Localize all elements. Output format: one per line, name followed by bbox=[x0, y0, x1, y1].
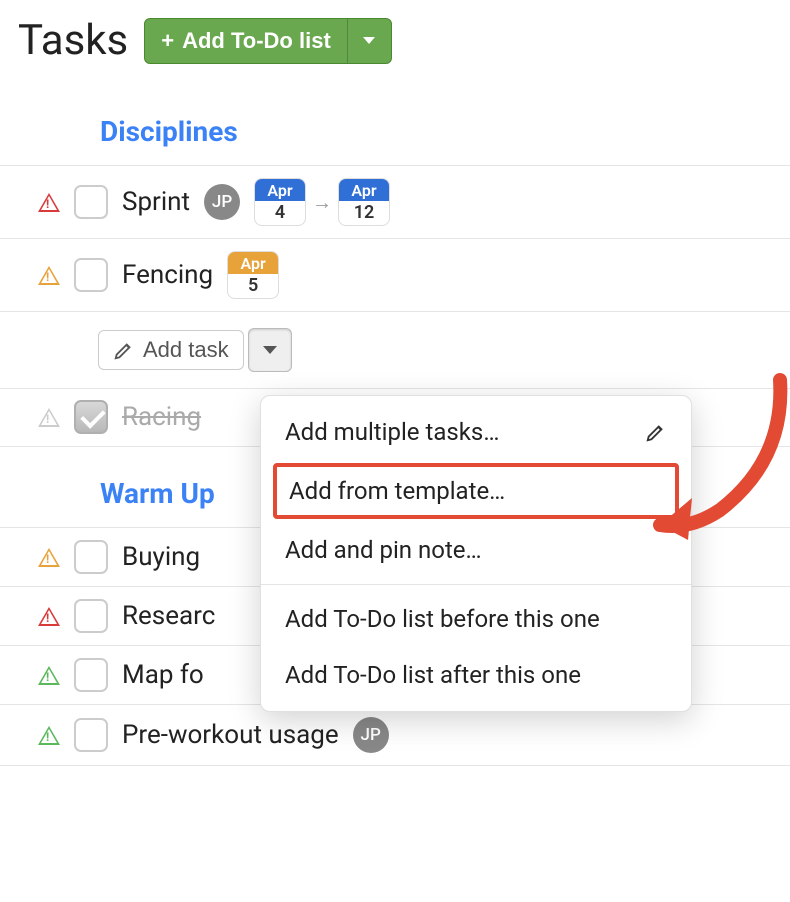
avatar[interactable]: JP bbox=[353, 717, 389, 753]
add-task-dropdown: Add multiple tasks… Add from template… A… bbox=[260, 395, 692, 712]
date-range[interactable]: Apr 4 → Apr 12 bbox=[254, 178, 390, 226]
task-name[interactable]: Researc bbox=[122, 601, 215, 631]
arrow-right-icon: → bbox=[312, 190, 332, 215]
task-checkbox[interactable] bbox=[74, 599, 108, 633]
warning-icon bbox=[38, 408, 60, 427]
caret-down-icon bbox=[263, 346, 277, 354]
date-end-pill: Apr 12 bbox=[338, 178, 390, 226]
task-row[interactable]: Sprint JP Apr 4 → Apr 12 bbox=[0, 165, 790, 239]
section-title-disciplines[interactable]: Disciplines bbox=[0, 85, 790, 166]
dropdown-item-template[interactable]: Add from template… bbox=[273, 463, 679, 519]
task-name[interactable]: Racing bbox=[122, 402, 201, 432]
add-todo-button[interactable]: + Add To-Do list bbox=[145, 19, 347, 63]
task-checkbox[interactable] bbox=[74, 185, 108, 219]
dropdown-item-pin-note[interactable]: Add and pin note… bbox=[261, 522, 691, 578]
caret-down-icon bbox=[363, 37, 375, 44]
pencil-icon bbox=[645, 421, 667, 443]
add-todo-caret-button[interactable] bbox=[347, 19, 391, 63]
add-task-label: Add task bbox=[143, 337, 229, 363]
avatar[interactable]: JP bbox=[204, 184, 240, 220]
task-row[interactable]: Pre-workout usage JP bbox=[0, 704, 790, 766]
task-name[interactable]: Fencing bbox=[122, 260, 213, 290]
warning-icon bbox=[38, 666, 60, 685]
warning-icon bbox=[38, 607, 60, 626]
task-checkbox[interactable] bbox=[74, 258, 108, 292]
task-name[interactable]: Pre-workout usage bbox=[122, 720, 339, 750]
add-task-button[interactable]: Add task bbox=[98, 330, 244, 370]
pencil-icon bbox=[113, 339, 135, 361]
dropdown-item-multiple[interactable]: Add multiple tasks… bbox=[261, 404, 691, 460]
task-checkbox-checked[interactable] bbox=[74, 400, 108, 434]
task-row[interactable]: Fencing Apr 5 bbox=[0, 238, 790, 312]
warning-icon bbox=[38, 266, 60, 285]
task-checkbox[interactable] bbox=[74, 540, 108, 574]
plus-icon: + bbox=[161, 28, 174, 54]
page-title: Tasks bbox=[18, 16, 128, 65]
task-checkbox[interactable] bbox=[74, 718, 108, 752]
add-task-caret-button[interactable] bbox=[248, 328, 292, 372]
task-name[interactable]: Buying bbox=[122, 542, 200, 572]
warning-icon bbox=[38, 193, 60, 212]
add-todo-label: Add To-Do list bbox=[182, 28, 331, 54]
add-todo-button-group: + Add To-Do list bbox=[144, 18, 392, 64]
dropdown-divider bbox=[261, 584, 691, 585]
task-checkbox[interactable] bbox=[74, 658, 108, 692]
date-start-pill: Apr 4 bbox=[254, 178, 306, 226]
warning-icon bbox=[38, 726, 60, 745]
dropdown-item-after[interactable]: Add To-Do list after this one bbox=[261, 647, 691, 703]
date-pill: Apr 5 bbox=[227, 251, 279, 299]
task-name[interactable]: Sprint bbox=[122, 187, 190, 217]
date-single[interactable]: Apr 5 bbox=[227, 251, 279, 299]
warning-icon bbox=[38, 548, 60, 567]
add-task-row: Add task bbox=[0, 312, 790, 389]
task-name[interactable]: Map fo bbox=[122, 660, 204, 690]
dropdown-item-before[interactable]: Add To-Do list before this one bbox=[261, 591, 691, 647]
